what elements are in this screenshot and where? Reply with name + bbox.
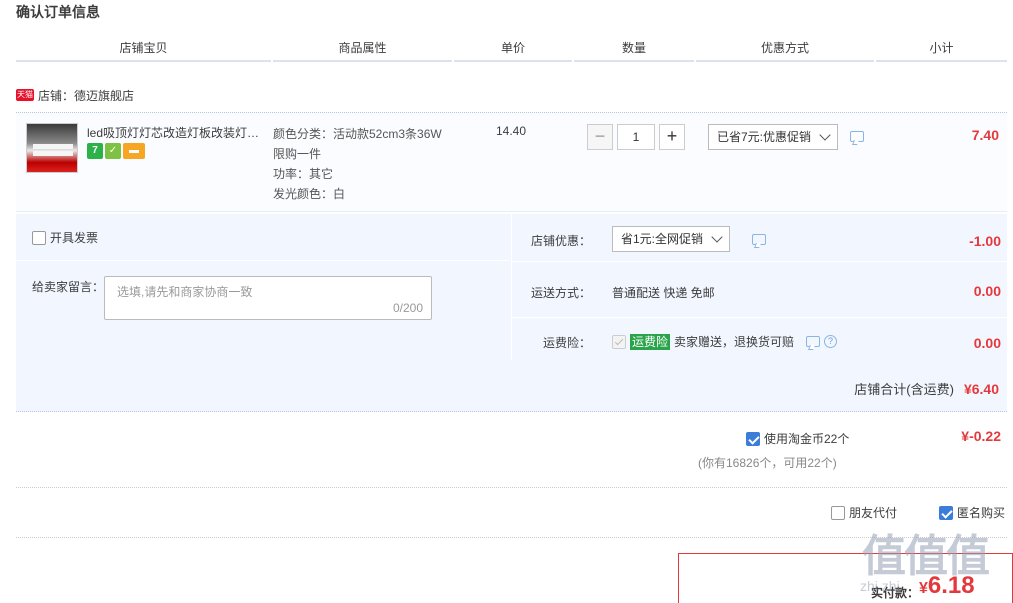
column-headers: 店铺宝贝 商品属性 单价 数量 优惠方式 小计	[16, 38, 1007, 62]
memo-label: 给卖家留言：	[32, 280, 105, 294]
shop-discount-amount: -1.00	[969, 233, 1001, 249]
watermark-sub: zhi zhi	[860, 578, 900, 594]
order-extras-panel: 开具发票 给卖家留言： 选填,请先和商家协商一致 0/200 店铺优惠： 省1元…	[16, 214, 1007, 412]
attr-color: 颜色分类：活动款52cm3条36W	[273, 127, 442, 141]
chevron-down-icon	[711, 231, 723, 243]
friend-pay-option[interactable]: 朋友代付	[831, 504, 897, 521]
insurance-text: 卖家赠送，退换货可赔	[674, 335, 795, 349]
order-item-row: led吸顶灯灯芯改造灯板改装灯… 7 ✓ ▬ 颜色分类：活动款52cm3条36W…	[16, 112, 1007, 212]
anonymous-option[interactable]: 匿名购买	[939, 504, 1005, 521]
chat-bubble-icon[interactable]	[806, 336, 821, 347]
service-badges: 7 ✓ ▬	[87, 143, 145, 159]
attr-light-color: 发光颜色：白	[273, 187, 346, 201]
invoice-checkbox[interactable]	[32, 230, 46, 245]
insurance-checkbox	[612, 334, 626, 349]
anonymous-checkbox[interactable]	[939, 505, 953, 520]
attr-power: 功率：其它	[273, 167, 334, 181]
invoice-option[interactable]: 开具发票	[32, 229, 98, 246]
column-header-attributes: 商品属性	[273, 38, 452, 62]
chevron-down-icon	[819, 129, 831, 141]
attr-limit: 限购一件	[273, 147, 322, 161]
page-title: 确认订单信息	[16, 4, 100, 20]
insurance-option: 运费险 卖家赠送，退换货可赔 ?	[612, 333, 838, 350]
tmall-icon: 天猫	[16, 89, 34, 101]
insurance-label: 运费险：	[542, 336, 591, 350]
shop-discount-value-select: 省1元:全网促销	[621, 232, 704, 246]
invoice-label: 开具发票	[50, 231, 99, 245]
quantity-decrease-button[interactable]: −	[587, 124, 613, 150]
memo-placeholder: 选填,请先和商家协商一致	[117, 285, 253, 299]
seller-memo-textarea[interactable]: 选填,请先和商家协商一致 0/200	[104, 276, 432, 320]
quantity-input[interactable]: 1	[617, 124, 655, 150]
taojinbi-option[interactable]: 使用淘金币22个	[746, 430, 849, 447]
chat-bubble-icon[interactable]	[850, 131, 864, 142]
seven-day-return-icon[interactable]: 7	[87, 143, 103, 159]
shop-row: 天猫 店铺：德迈旗舰店	[16, 86, 134, 104]
buyer-options: 开具发票 给卖家留言： 选填,请先和商家协商一致 0/200	[16, 214, 509, 360]
shop-total: 店铺合计(含运费) ¥6.40	[854, 379, 999, 398]
shop-total-value: ¥6.40	[963, 381, 999, 397]
taojinbi-label: 使用淘金币22个	[764, 432, 850, 446]
friend-pay-label: 朋友代付	[849, 506, 898, 520]
chat-bubble-icon[interactable]	[752, 234, 766, 245]
friend-pay-checkbox[interactable]	[831, 505, 845, 520]
credit-card-icon[interactable]: ▬	[123, 143, 145, 159]
product-attributes: 颜色分类：活动款52cm3条36W 限购一件 功率：其它 发光颜色：白	[273, 124, 442, 204]
item-subtotal: 7.40	[971, 127, 999, 143]
column-header-discount: 优惠方式	[696, 38, 874, 62]
shipping-label: 运送方式：	[530, 286, 591, 300]
insurance-amount: 0.00	[973, 335, 1001, 351]
watermark: 值值值	[862, 532, 990, 581]
column-header-item: 店铺宝贝	[16, 38, 271, 62]
unit-price: 14.40	[496, 124, 527, 138]
product-title-link[interactable]: led吸顶灯灯芯改造灯板改装灯…	[87, 124, 267, 141]
quantity-stepper: − 1 +	[587, 124, 685, 150]
shipping-amount: 0.00	[973, 283, 1001, 299]
column-header-unit-price: 单价	[454, 38, 572, 62]
quantity-increase-button[interactable]: +	[659, 124, 685, 150]
guarantee-shield-icon[interactable]: ✓	[105, 143, 121, 159]
column-header-subtotal: 小计	[876, 38, 1007, 62]
shop-name-link[interactable]: 店铺：德迈旗舰店	[38, 87, 134, 104]
anonymous-label: 匿名购买	[957, 506, 1006, 520]
taojinbi-amount: ¥-0.22	[961, 428, 1001, 444]
taojinbi-note: (你有16826个，可用22个)	[698, 456, 837, 470]
help-icon[interactable]: ?	[824, 335, 838, 348]
item-discount-value: 已省7元:优惠促销	[717, 130, 812, 144]
memo-char-counter: 0/200	[392, 301, 423, 315]
shipping-method: 普通配送 快递 免邮	[612, 286, 715, 300]
product-thumbnail[interactable]	[26, 123, 78, 173]
column-header-quantity: 数量	[574, 38, 694, 62]
taojinbi-checkbox[interactable]	[746, 431, 760, 446]
item-discount-select[interactable]: 已省7元:优惠促销	[708, 124, 839, 150]
shop-total-label: 店铺合计(含运费)	[854, 382, 954, 397]
shop-discount-select[interactable]: 省1元:全网促销	[612, 226, 731, 252]
shop-discount-label: 店铺优惠：	[530, 234, 591, 248]
insurance-badge: 运费险	[630, 333, 671, 350]
